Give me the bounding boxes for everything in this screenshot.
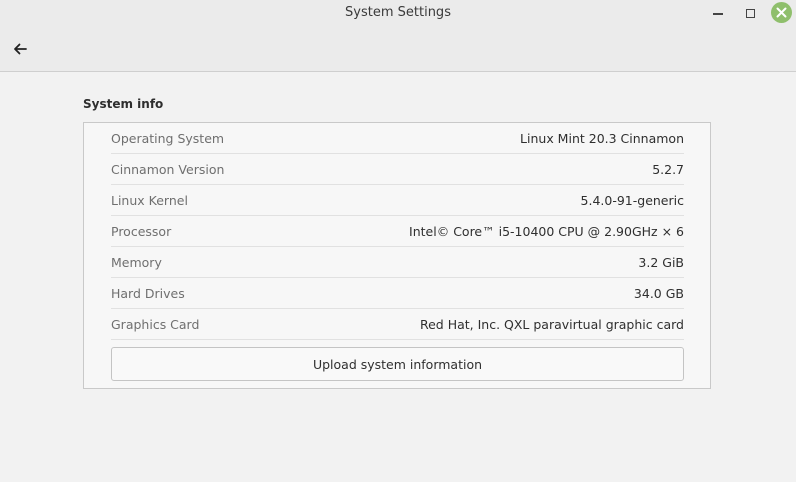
minimize-icon (713, 13, 723, 15)
info-label: Memory (111, 254, 162, 270)
window-title: System Settings (345, 5, 451, 20)
info-value: Linux Mint 20.3 Cinnamon (520, 130, 684, 146)
info-label: Cinnamon Version (111, 161, 225, 177)
close-button[interactable] (771, 2, 792, 23)
info-value: 3.2 GiB (638, 254, 684, 270)
info-value: Red Hat, Inc. QXL paravirtual graphic ca… (419, 316, 684, 332)
info-value: Intel© Core™ i5-10400 CPU @ 2.90GHz × 6 (409, 223, 684, 239)
info-row-memory: Memory 3.2 GiB (111, 247, 684, 278)
info-label: Operating System (111, 130, 225, 146)
maximize-button[interactable] (739, 2, 761, 24)
info-value: 5.2.7 (652, 161, 684, 177)
header-bar: System Settings (0, 0, 796, 72)
info-label: Hard Drives (111, 285, 185, 301)
info-row-cinnamon-version: Cinnamon Version 5.2.7 (111, 154, 684, 185)
close-icon (776, 7, 787, 18)
system-info-panel: Operating System Linux Mint 20.3 Cinnamo… (83, 122, 711, 389)
info-row-hard-drives: Hard Drives 34.0 GB (111, 278, 684, 309)
minimize-button[interactable] (707, 2, 729, 24)
system-settings-window: System Settings System info Operating Sy… (0, 0, 796, 482)
maximize-icon (745, 8, 755, 18)
info-row-graphics-card: Graphics Card Red Hat, Inc. QXL paravirt… (111, 309, 684, 340)
info-row-operating-system: Operating System Linux Mint 20.3 Cinnamo… (111, 123, 684, 154)
info-row-processor: Processor Intel© Core™ i5-10400 CPU @ 2.… (111, 216, 684, 247)
back-button[interactable] (8, 38, 32, 60)
info-label: Processor (111, 223, 172, 239)
upload-system-info-button[interactable]: Upload system information (111, 347, 684, 381)
info-value: 5.4.0-91-generic (580, 192, 684, 208)
info-row-linux-kernel: Linux Kernel 5.4.0-91-generic (111, 185, 684, 216)
section-title: System info (83, 97, 164, 111)
info-value: 34.0 GB (633, 285, 684, 301)
info-label: Graphics Card (111, 316, 200, 332)
info-label: Linux Kernel (111, 192, 188, 208)
arrow-left-icon (14, 43, 27, 55)
